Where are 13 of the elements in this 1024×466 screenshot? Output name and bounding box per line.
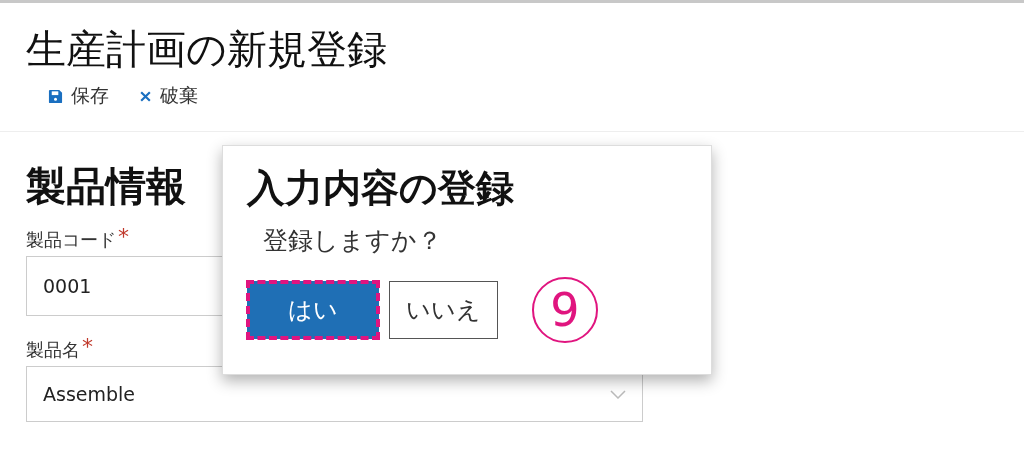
- dialog-message: 登録しますか？: [263, 225, 443, 257]
- yes-button[interactable]: はい: [247, 281, 379, 339]
- discard-button[interactable]: 破棄: [139, 83, 198, 109]
- required-mark: *: [118, 228, 129, 251]
- save-button[interactable]: 保存: [48, 83, 109, 109]
- field-label: 製品名: [26, 338, 80, 362]
- required-mark: *: [82, 338, 93, 361]
- field-label: 製品コード: [26, 228, 116, 252]
- dialog-title: 入力内容の登録: [247, 168, 515, 208]
- no-button[interactable]: いいえ: [389, 281, 498, 339]
- section-title: 製品情報: [26, 166, 186, 206]
- page-title: 生産計画の新規登録: [26, 29, 388, 69]
- step-number-badge: 9: [532, 277, 598, 343]
